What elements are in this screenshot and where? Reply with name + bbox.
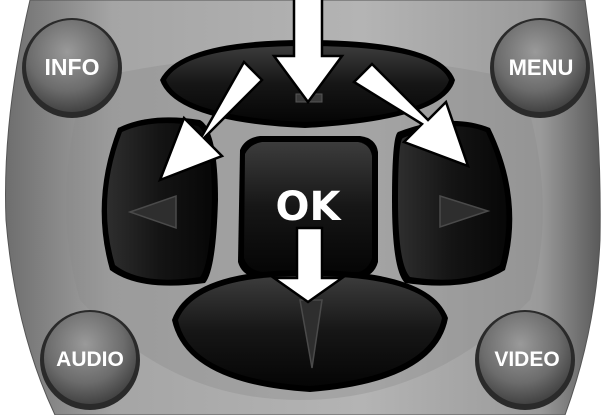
info-label: INFO xyxy=(45,54,100,80)
video-label: VIDEO xyxy=(494,348,559,371)
remote-illustration: INFO MENU AUDIO VIDEO OK xyxy=(0,0,608,415)
video-button[interactable]: VIDEO xyxy=(475,310,575,410)
audio-button[interactable]: AUDIO xyxy=(40,310,140,410)
ok-label: OK xyxy=(276,184,343,230)
remote-control-closeup: INFO MENU AUDIO VIDEO OK xyxy=(0,0,608,415)
audio-label: AUDIO xyxy=(56,348,124,371)
info-button[interactable]: INFO xyxy=(22,18,122,118)
menu-label: MENU xyxy=(509,55,574,80)
menu-button[interactable]: MENU xyxy=(490,18,590,118)
